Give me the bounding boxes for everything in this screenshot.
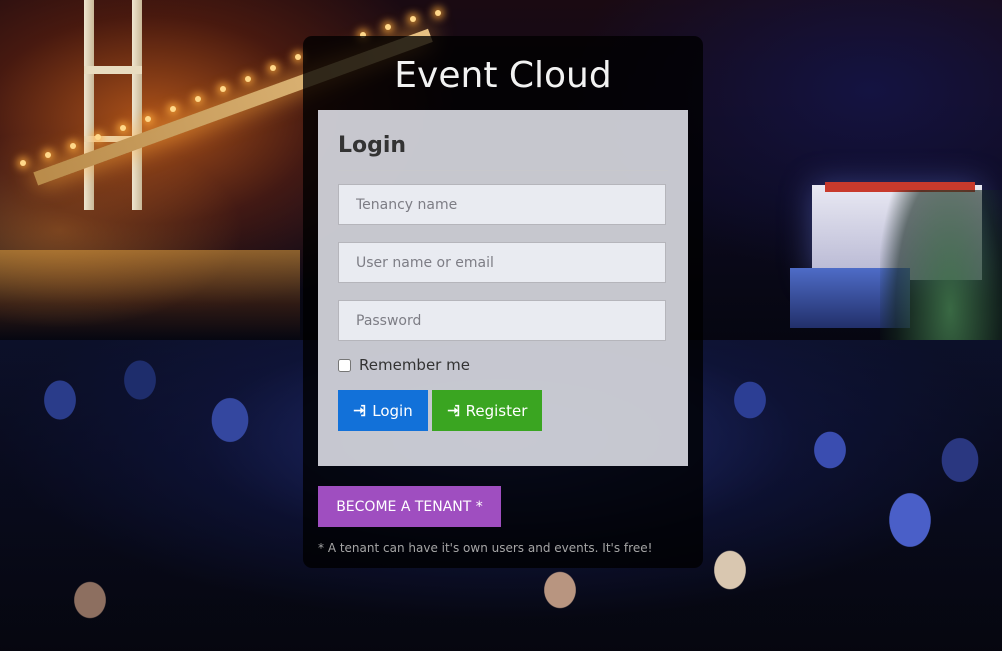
login-button[interactable]: Login <box>338 390 428 431</box>
login-panel: Event Cloud Login Remember me Login Regi… <box>303 36 703 568</box>
tenancy-name-input[interactable] <box>338 184 666 225</box>
water-reflection <box>0 250 300 340</box>
remember-me[interactable]: Remember me <box>338 356 470 374</box>
tenant-note: * A tenant can have it's own users and e… <box>318 541 653 555</box>
remember-me-checkbox[interactable] <box>338 358 351 372</box>
register-button[interactable]: Register <box>432 390 542 431</box>
password-input[interactable] <box>338 300 666 341</box>
app-title: Event Cloud <box>394 55 612 96</box>
login-form-title: Login <box>338 132 668 171</box>
login-form: Login Remember me Login Register <box>318 110 688 466</box>
become-tenant-button[interactable]: BECOME A TENANT * <box>318 486 501 527</box>
remember-me-label: Remember me <box>359 356 470 374</box>
sign-in-icon <box>447 404 460 417</box>
register-button-label: Register <box>465 401 528 420</box>
login-button-label: Login <box>372 401 413 420</box>
username-input[interactable] <box>338 242 666 283</box>
sign-in-icon <box>353 404 366 417</box>
